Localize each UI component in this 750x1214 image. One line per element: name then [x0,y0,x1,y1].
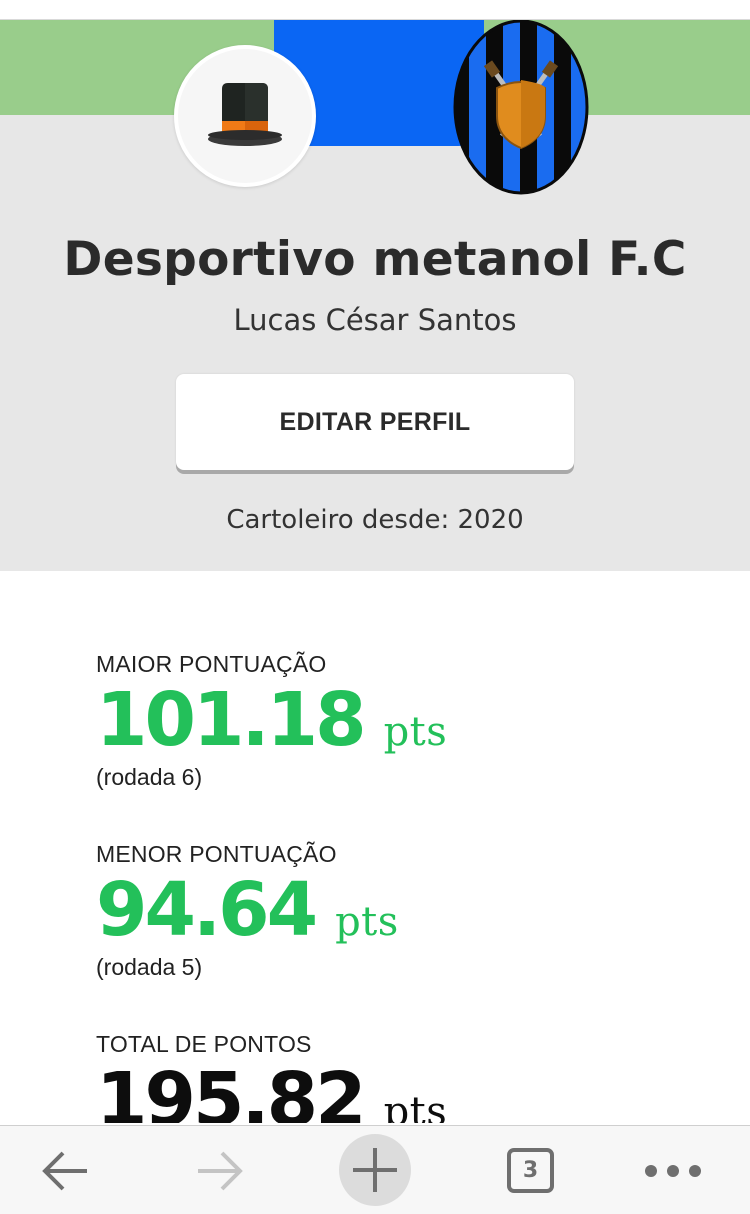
stat-total-points: TOTAL DE PONTOS 195.82 pts [96,1031,696,1123]
menu-button[interactable] [635,1126,710,1214]
tabs-count-button[interactable]: 3 [507,1148,554,1193]
stats-section: MAIOR PONTUAÇÃO 101.18 pts (rodada 6) ME… [96,571,750,1123]
stat-unit: pts [335,899,399,945]
stat-unit: pts [383,709,448,755]
stat-round: (rodada 5) [96,954,203,980]
new-tab-button[interactable] [339,1134,411,1206]
browser-toolbar: 3 [0,1125,750,1214]
member-since: Cartoleiro desde: 2020 [226,505,524,535]
stat-unit: pts [383,1089,448,1123]
plus-icon [353,1148,397,1192]
arrow-left-icon [42,1151,87,1190]
edit-profile-button[interactable]: EDITAR PERFIL [176,374,574,470]
owner-name: Lucas César Santos [233,303,517,337]
back-button[interactable] [30,1126,100,1214]
stat-lowest-score: MENOR PONTUAÇÃO 94.64 pts (rodada 5) [96,841,696,981]
forward-button[interactable] [185,1126,255,1214]
team-name: Desportivo metanol F.C [63,232,687,287]
stat-label: MAIOR PONTUAÇÃO [96,651,327,677]
stat-label: TOTAL DE PONTOS [96,1031,312,1057]
stat-label: MENOR PONTUAÇÃO [96,841,337,867]
status-strip [0,0,750,20]
more-dots-icon [644,1164,701,1177]
team-crest-icon [453,20,589,195]
top-hat-icon [208,83,282,146]
stat-value: 94.64 [96,867,318,953]
stat-highest-score: MAIOR PONTUAÇÃO 101.18 pts (rodada 6) [96,651,696,791]
stat-round: (rodada 6) [96,764,203,790]
arrow-right-icon [198,1151,243,1190]
stat-value: 195.82 [96,1057,367,1123]
profile-header: Desportivo metanol F.C Lucas César Santo… [0,20,750,571]
stat-value: 101.18 [96,677,367,763]
avatar[interactable] [174,45,316,187]
